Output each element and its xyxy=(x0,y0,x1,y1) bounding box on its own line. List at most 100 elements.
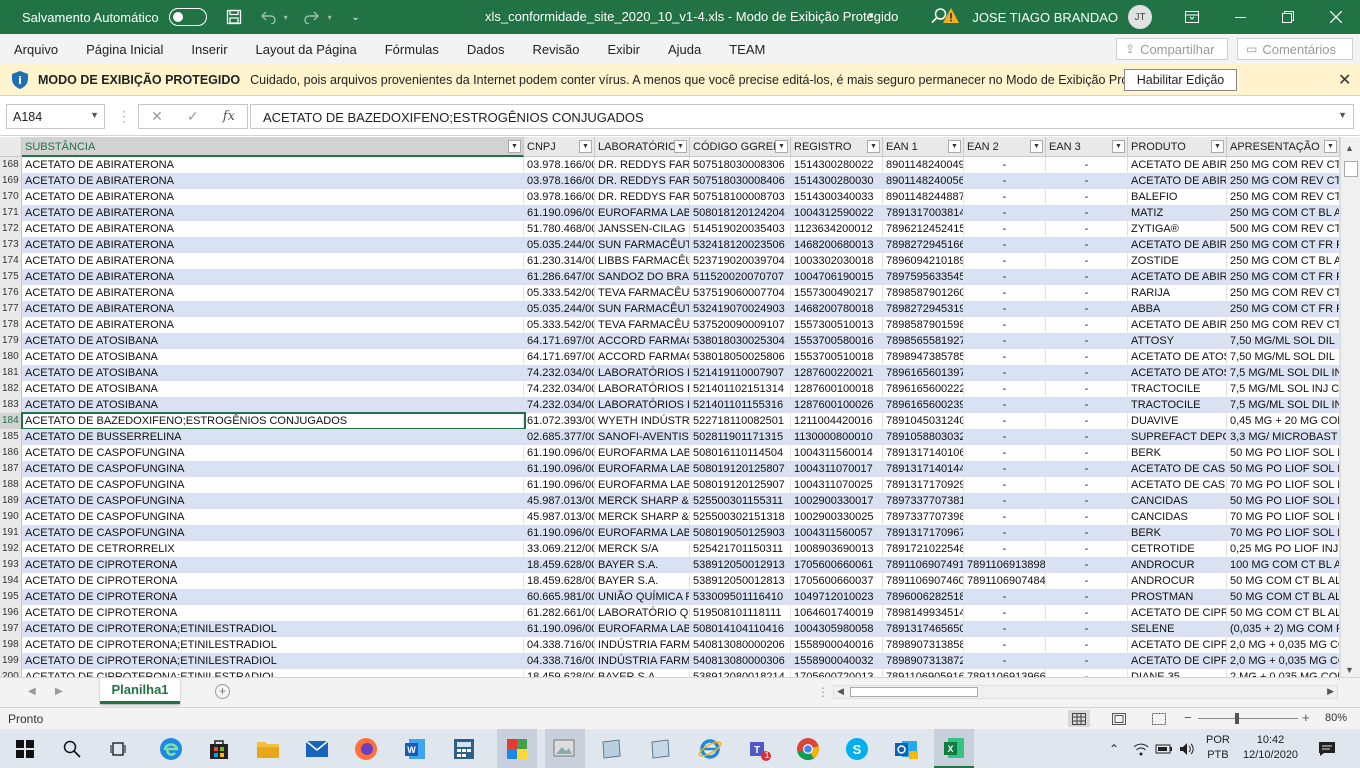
col-cnpj-cell[interactable]: 61.190.096/00 xyxy=(524,525,595,541)
notes-app-icon-2[interactable] xyxy=(645,734,675,764)
col-ean2-cell[interactable]: - xyxy=(964,173,1046,189)
col-registro-cell[interactable]: 1468200780018 xyxy=(791,301,883,317)
row-number[interactable]: 200 xyxy=(0,669,22,677)
col-registro-cell[interactable]: 1004706190015 xyxy=(791,269,883,285)
col-ean2-cell[interactable]: - xyxy=(964,365,1046,381)
col-substancia-cell[interactable]: ACETATO DE CIPROTERONA;ETINILESTRADIOL xyxy=(22,637,524,653)
col-apresentacao-cell[interactable]: 250 MG COM CT FR PL xyxy=(1227,301,1340,317)
col-laboratorio-cell[interactable]: BAYER S.A. xyxy=(595,573,690,589)
col-ean1-header[interactable]: EAN 1 ▼ xyxy=(883,137,964,157)
customize-toolbar-icon[interactable]: ⌄ xyxy=(343,4,369,30)
col-codigo-ggrem-cell[interactable]: 521419110007907 xyxy=(690,365,791,381)
col-ean3-cell[interactable]: - xyxy=(1046,157,1128,173)
col-cnpj-cell[interactable]: 03.978.166/00 xyxy=(524,157,595,173)
col-apresentacao-cell[interactable]: 250 MG COM CT BL AL xyxy=(1227,253,1340,269)
tab-formulas[interactable]: Fórmulas xyxy=(371,42,453,57)
col-cnpj-cell[interactable]: 61.190.096/00 xyxy=(524,445,595,461)
col-cnpj-cell[interactable]: 64.171.697/00 xyxy=(524,349,595,365)
col-produto-cell[interactable]: CANCIDAS xyxy=(1128,509,1227,525)
col-ean1-cell[interactable]: 7891317140106 xyxy=(883,445,964,461)
col-substancia-cell[interactable]: ACETATO DE ABIRATERONA xyxy=(22,205,524,221)
col-ean2-cell[interactable]: - xyxy=(964,541,1046,557)
col-produto-cell[interactable]: ANDROCUR xyxy=(1128,557,1227,573)
col-produto-cell[interactable]: TRACTOCILE xyxy=(1128,397,1227,413)
table-row[interactable]: 183 ACETATO DE ATOSIBANA 74.232.034/00 LABO… xyxy=(0,397,1340,413)
col-apresentacao-cell[interactable]: 7,5 MG/ML SOL DIL IN xyxy=(1227,365,1340,381)
row-number[interactable]: 190 xyxy=(0,509,22,525)
minimize-icon[interactable] xyxy=(1216,0,1264,34)
col-produto-cell[interactable]: ANDROCUR xyxy=(1128,573,1227,589)
col-codigo-ggrem-cell[interactable]: 533009501116410 xyxy=(690,589,791,605)
col-cnpj-cell[interactable]: 51.780.468/00 xyxy=(524,221,595,237)
col-substancia-cell[interactable]: ACETATO DE ABIRATERONA xyxy=(22,221,524,237)
col-substancia-cell[interactable]: ACETATO DE BUSSERRELINA xyxy=(22,429,524,445)
col-produto-cell[interactable]: DIANE 35 xyxy=(1128,669,1227,677)
col-ean1-cell[interactable]: 7896165600222 xyxy=(883,381,964,397)
col-substancia-cell[interactable]: ACETATO DE ABIRATERONA xyxy=(22,157,524,173)
col-ean3-cell[interactable]: - xyxy=(1046,349,1128,365)
col-apresentacao-cell[interactable]: 7,50 MG/ML SOL DIL xyxy=(1227,333,1340,349)
col-cnpj-cell[interactable]: 60.665.981/00 xyxy=(524,589,595,605)
col-ean2-cell[interactable]: - xyxy=(964,637,1046,653)
col-laboratorio-cell[interactable]: INDÚSTRIA FARMA xyxy=(595,653,690,669)
col-produto-cell[interactable]: DUAVIVE xyxy=(1128,413,1227,429)
col-ean3-cell[interactable]: - xyxy=(1046,637,1128,653)
col-codigo-ggrem-cell[interactable]: 507518030008306 xyxy=(690,157,791,173)
col-laboratorio-header[interactable]: LABORATÓRIO ▼ xyxy=(595,137,690,157)
col-produto-cell[interactable]: ZYTIGA® xyxy=(1128,221,1227,237)
col-cnpj-cell[interactable]: 74.232.034/00 xyxy=(524,397,595,413)
col-produto-cell[interactable]: ACETATO DE ABIRA xyxy=(1128,173,1227,189)
tab-inserir[interactable]: Inserir xyxy=(177,42,241,57)
col-ean2-cell[interactable]: - xyxy=(964,445,1046,461)
tab-pagina-inicial[interactable]: Página Inicial xyxy=(72,42,177,57)
col-ean2-cell[interactable]: - xyxy=(964,653,1046,669)
col-laboratorio-cell[interactable]: SUN FARMACÊUTI xyxy=(595,301,690,317)
col-registro-header[interactable]: REGISTRO ▼ xyxy=(791,137,883,157)
image-viewer-icon[interactable] xyxy=(545,729,585,768)
next-sheet-icon[interactable]: ▶ xyxy=(55,686,63,697)
col-ean1-cell[interactable]: 7891721022548 xyxy=(883,541,964,557)
col-ean3-cell[interactable]: - xyxy=(1046,365,1128,381)
col-laboratorio-cell[interactable]: BAYER S.A. xyxy=(595,557,690,573)
col-cnpj-cell[interactable]: 61.286.647/00 xyxy=(524,269,595,285)
col-laboratorio-cell[interactable]: EUROFARMA LABO xyxy=(595,461,690,477)
internet-explorer-icon[interactable] xyxy=(695,734,725,764)
col-ean3-cell[interactable]: - xyxy=(1046,445,1128,461)
col-ean1-cell[interactable]: 8901148244887 xyxy=(883,189,964,205)
col-laboratorio-cell[interactable]: UNIÃO QUÍMICA F xyxy=(595,589,690,605)
comments-button[interactable]: ▭ Comentários xyxy=(1237,38,1353,60)
col-codigo-ggrem-cell[interactable]: 521401101155316 xyxy=(690,397,791,413)
row-number[interactable]: 197 xyxy=(0,621,22,637)
col-apresentacao-cell[interactable]: 0,25 MG PO LIOF INJ C xyxy=(1227,541,1340,557)
col-substancia-cell[interactable]: ACETATO DE BAZEDOXIFENO;ESTROGÊNIOS CONJ… xyxy=(22,413,524,429)
col-ean1-cell[interactable]: 7898587901598 xyxy=(883,317,964,333)
col-ean1-cell[interactable]: 7896094210189 xyxy=(883,253,964,269)
col-produto-cell[interactable]: ACETATO DE ABIRA xyxy=(1128,237,1227,253)
col-registro-cell[interactable]: 1287600220021 xyxy=(791,365,883,381)
table-row[interactable]: 180 ACETATO DE ATOSIBANA 64.171.697/00 ACCO… xyxy=(0,349,1340,365)
col-substancia-cell[interactable]: ACETATO DE CASPOFUNGINA xyxy=(22,525,524,541)
col-registro-cell[interactable]: 1705600660061 xyxy=(791,557,883,573)
col-laboratorio-cell[interactable]: MERCK S/A xyxy=(595,541,690,557)
col-ean1-cell[interactable]: 7896165600239 xyxy=(883,397,964,413)
col-registro-cell[interactable]: 1514300340033 xyxy=(791,189,883,205)
row-number[interactable]: 191 xyxy=(0,525,22,541)
tab-arquivo[interactable]: Arquivo xyxy=(0,42,72,57)
col-laboratorio-cell[interactable]: DR. REDDYS FARM xyxy=(595,157,690,173)
table-row[interactable]: 187 ACETATO DE CASPOFUNGINA 61.190.096/00 E… xyxy=(0,461,1340,477)
col-laboratorio-cell[interactable]: DR. REDDYS FARM xyxy=(595,189,690,205)
col-registro-cell[interactable]: 1514300280022 xyxy=(791,157,883,173)
row-number[interactable]: 169 xyxy=(0,173,22,189)
warning-icon[interactable] xyxy=(942,7,962,27)
spreadsheet-grid[interactable]: SUBSTÂNCIA ▼ CNPJ ▼ LABORATÓRIO ▼ CÓDIGO GGREM… xyxy=(0,137,1340,677)
col-laboratorio-cell[interactable]: EUROFARMA LABO xyxy=(595,621,690,637)
col-codigo-ggrem-cell[interactable]: 521401102151314 xyxy=(690,381,791,397)
col-produto-cell[interactable]: SELENE xyxy=(1128,621,1227,637)
col-laboratorio-cell[interactable]: MERCK SHARP & D xyxy=(595,493,690,509)
col-ean2-cell[interactable]: - xyxy=(964,253,1046,269)
col-registro-cell[interactable]: 1130000800010 xyxy=(791,429,883,445)
table-row[interactable]: 181 ACETATO DE ATOSIBANA 74.232.034/00 LABO… xyxy=(0,365,1340,381)
close-icon[interactable] xyxy=(1312,0,1360,34)
col-laboratorio-cell[interactable]: DR. REDDYS FARM xyxy=(595,173,690,189)
col-substancia-cell[interactable]: ACETATO DE CIPROTERONA;ETINILESTRADIOL xyxy=(22,653,524,669)
